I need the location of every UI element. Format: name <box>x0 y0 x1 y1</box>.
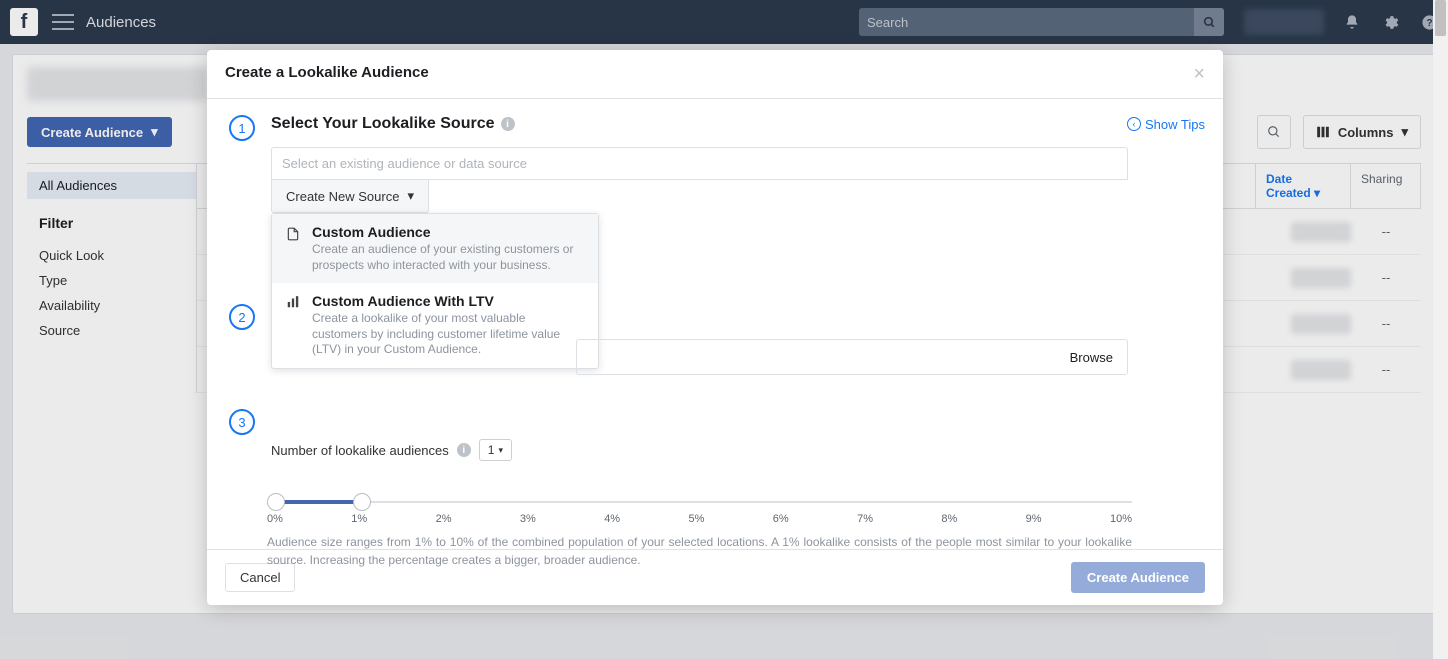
chevron-down-icon: ▾ <box>407 188 414 204</box>
modal-title: Create a Lookalike Audience <box>225 64 429 81</box>
slider-description: Audience size ranges from 1% to 10% of t… <box>267 533 1132 569</box>
slider-labels: 0% 1% 2% 3% 4% 5% 6% 7% 8% 9% 10% <box>267 513 1132 525</box>
create-audience-submit-button[interactable]: Create Audience <box>1071 562 1205 593</box>
info-icon[interactable]: i <box>457 443 471 457</box>
slider-handle-max[interactable] <box>353 493 371 511</box>
audience-size-slider: 0% 1% 2% 3% 4% 5% 6% 7% 8% 9% 10% Audien… <box>267 501 1132 569</box>
document-icon <box>286 226 300 273</box>
create-new-source-button[interactable]: Create New Source ▾ <box>271 180 429 213</box>
step-2-indicator: 2 <box>229 304 255 330</box>
chevron-down-icon: ▾ <box>498 445 503 456</box>
slider-handle-min[interactable] <box>267 493 285 511</box>
lookalike-source-input[interactable]: Select an existing audience or data sour… <box>271 147 1128 180</box>
chevron-left-icon: ‹ <box>1127 117 1141 131</box>
scrollbar-thumb[interactable] <box>1435 0 1446 36</box>
step-1-title: Select Your Lookalike Source i <box>271 115 515 133</box>
dropdown-item-custom-audience[interactable]: Custom Audience Create an audience of yo… <box>272 214 598 283</box>
info-icon[interactable]: i <box>501 117 515 131</box>
step-3-indicator: 3 <box>229 409 255 435</box>
page-scrollbar[interactable] <box>1433 0 1448 659</box>
step-1-indicator: 1 <box>229 115 255 141</box>
show-tips-link[interactable]: ‹ Show Tips <box>1127 117 1205 132</box>
audience-count-label: Number of lookalike audiences <box>271 443 449 458</box>
location-input-wrap: Browse <box>576 339 1128 375</box>
audience-count-select[interactable]: 1 ▾ <box>479 439 512 461</box>
create-lookalike-modal: Create a Lookalike Audience × 1 Select Y… <box>207 50 1223 605</box>
browse-link[interactable]: Browse <box>1056 350 1127 365</box>
close-icon[interactable]: × <box>1193 64 1205 84</box>
